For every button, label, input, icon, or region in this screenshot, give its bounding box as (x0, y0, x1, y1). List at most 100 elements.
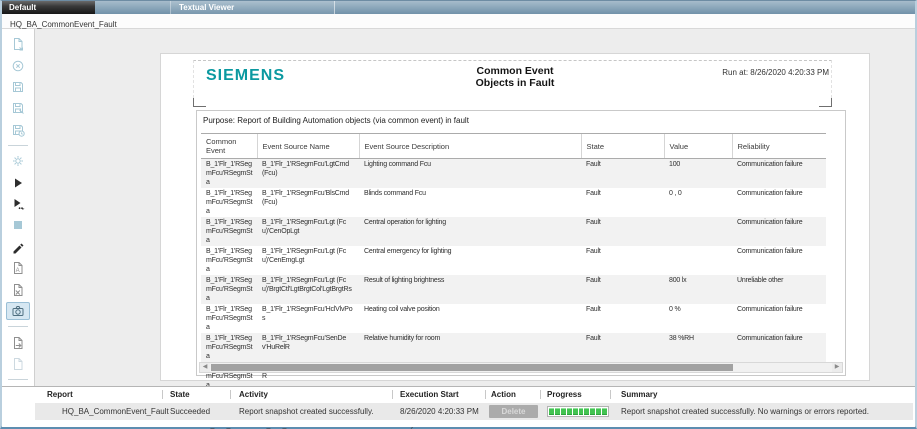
cell-source-name: B_1'Flr_1'RSegmFcu'BlsCmd (Fcu) (257, 188, 359, 217)
column-header: Event Source Description (359, 134, 581, 159)
scroll-left-icon[interactable]: ◀ (200, 363, 210, 372)
save-as-icon[interactable] (6, 99, 30, 117)
cell-value: 100 (664, 159, 732, 189)
execution-panel: Report State Activity Execution Start Ac… (2, 386, 915, 427)
run-with-options-icon[interactable] (6, 195, 30, 213)
scrollbar-thumb[interactable] (211, 364, 733, 371)
scroll-right-icon[interactable]: ▶ (832, 363, 842, 372)
cell-common-event: B_1'Flr_1'RSegmFcu'RSegmSta (201, 333, 257, 362)
cell-reliability: Communication failure (732, 188, 826, 217)
svg-text:A: A (16, 268, 20, 274)
panel-col-execution: Execution Start (400, 390, 459, 399)
column-header: Event Source Name (257, 134, 359, 159)
table-row: B_1'Flr_1'RSegmFcu'RSegmStaB_1'Flr_1'RSe… (201, 246, 826, 275)
margin-corner-right (819, 98, 832, 107)
table-row: B_1'Flr_1'RSegmFcu'RSegmStaB_1'Flr_1'RSe… (201, 217, 826, 246)
cell-state: Fault (581, 217, 664, 246)
report-body-frame: Purpose: Report of Building Automation o… (196, 110, 846, 376)
run-at-timestamp: Run at: 8/26/2020 4:20:33 PM (722, 68, 829, 77)
progress-segment (573, 408, 578, 415)
tab-textual-viewer[interactable]: Textual Viewer (170, 1, 335, 14)
new-snapshot-icon[interactable] (6, 333, 30, 351)
cell-value: 800 lx (664, 275, 732, 304)
snapshot-icon[interactable] (6, 302, 30, 320)
execution-row[interactable]: HQ_BA_CommonEvent_Fault Succeeded Report… (35, 403, 913, 420)
run-icon[interactable] (6, 173, 30, 191)
cell-value: 38 %RH (664, 333, 732, 362)
column-header: Value (664, 134, 732, 159)
export-pdf-icon[interactable]: A (6, 259, 30, 277)
panel-separator (392, 390, 393, 399)
cell-source-name: B_1'Flr_1'RSegmFcu'LgtCmd (Fcu) (257, 159, 359, 189)
cell-reliability: Communication failure (732, 333, 826, 362)
edit-icon[interactable] (6, 238, 30, 256)
cell-value (664, 217, 732, 246)
progress-bar (547, 406, 609, 417)
open-snapshot-icon[interactable] (6, 355, 30, 373)
save-all-icon[interactable] (6, 121, 30, 139)
progress-segment (555, 408, 560, 415)
column-header: Reliability (732, 134, 826, 159)
cell-common-event: B_1'Flr_1'RSegmFcu'RSegmSta (201, 159, 257, 189)
report-page: SIEMENS Common Event Objects in Fault Ru… (160, 53, 870, 381)
tab-default[interactable]: Default (2, 1, 95, 14)
scrollbar-track[interactable] (210, 363, 832, 372)
save-icon[interactable] (6, 78, 30, 96)
cell-reliability: Communication failure (732, 217, 826, 246)
cell-value: 0 % (664, 304, 732, 333)
cell-value: 0 , 0 (664, 188, 732, 217)
cell-source-name: B_1'Flr_1'RSegmFcu'HclVlvPos (257, 304, 359, 333)
cell-description: Blinds command Fcu (359, 188, 581, 217)
cell-reliability: Communication failure (732, 246, 826, 275)
new-report-icon[interactable] (6, 35, 30, 53)
settings-gear-icon[interactable] (6, 152, 30, 170)
progress-segment (549, 408, 554, 415)
column-header: Common Event (201, 134, 257, 159)
cell-description: Relative humidity for room (359, 333, 581, 362)
execution-summary: Report snapshot created successfully. No… (621, 407, 869, 416)
cell-common-event: B_1'Flr_1'RSegmFcu'RSegmSta (201, 188, 257, 217)
cell-source-name: B_1'Flr_1'RSegmFcu'Lgt (Fcu)'CenOpLgt (257, 217, 359, 246)
progress-segment (602, 408, 607, 415)
cancel-icon[interactable] (6, 56, 30, 74)
horizontal-scrollbar[interactable]: ◀ ▶ (199, 362, 843, 373)
panel-col-progress: Progress (547, 390, 582, 399)
cell-reliability: Communication failure (732, 159, 826, 189)
cell-description: Result of lighting brightness (359, 275, 581, 304)
report-title-line2: Objects in Fault (161, 77, 869, 89)
document-tab-bar: HQ_BA_CommonEvent_Fault (2, 14, 915, 29)
cell-reliability: Communication failure (732, 304, 826, 333)
panel-separator (610, 390, 611, 399)
cell-common-event: B_1'Flr_1'RSegmFcu'RSegmSta (201, 217, 257, 246)
cell-common-event: B_1'Flr_1'RSegmFcu'RSegmSta (201, 275, 257, 304)
export-excel-icon[interactable] (6, 281, 30, 299)
table-row: B_1'Flr_1'RSegmFcu'RSegmStaB_1'Flr_1'RSe… (201, 188, 826, 217)
execution-report-name: HQ_BA_CommonEvent_Fault (62, 407, 169, 416)
panel-separator (540, 390, 541, 399)
table-row: B_1'Flr_1'RSegmFcu'RSegmStaB_1'Flr_1'RSe… (201, 333, 826, 362)
progress-segment (590, 408, 595, 415)
cell-source-name: B_1'Flr_1'RSegmFcu'SenDev'HuRelR (257, 333, 359, 362)
toolbar-separator (8, 326, 28, 327)
stop-icon[interactable] (6, 216, 30, 234)
delete-button[interactable]: Delete (489, 405, 538, 418)
cell-state: Fault (581, 333, 664, 362)
report-purpose: Purpose: Report of Building Automation o… (203, 116, 469, 125)
table-row: B_1'Flr_1'RSegmFcu'RSegmStaB_1'Flr_1'RSe… (201, 159, 826, 189)
table-row: B_1'Flr_1'RSegmFcu'RSegmStaB_1'Flr_1'RSe… (201, 275, 826, 304)
report-viewer: SIEMENS Common Event Objects in Fault Ru… (36, 29, 915, 386)
table-row: B_1'Flr_1'RSegmFcu'RSegmStaB_1'Flr_1'RSe… (201, 304, 826, 333)
cell-value (664, 246, 732, 275)
margin-corner-left (193, 98, 206, 107)
panel-separator (485, 390, 486, 399)
progress-segment (567, 408, 572, 415)
panel-col-state: State (170, 390, 190, 399)
cell-state: Fault (581, 275, 664, 304)
cell-source-name: B_1'Flr_1'RSegmFcu'Lgt (Fcu)'CenEmgLgt (257, 246, 359, 275)
table-header-row: Common EventEvent Source NameEvent Sourc… (201, 134, 826, 159)
cell-description: Central emergency for lighting (359, 246, 581, 275)
column-header: State (581, 134, 664, 159)
panel-col-action: Action (491, 390, 516, 399)
top-tab-bar: Default Textual Viewer (2, 1, 915, 14)
cell-common-event: B_1'Flr_1'RSegmFcu'RSegmSta (201, 246, 257, 275)
